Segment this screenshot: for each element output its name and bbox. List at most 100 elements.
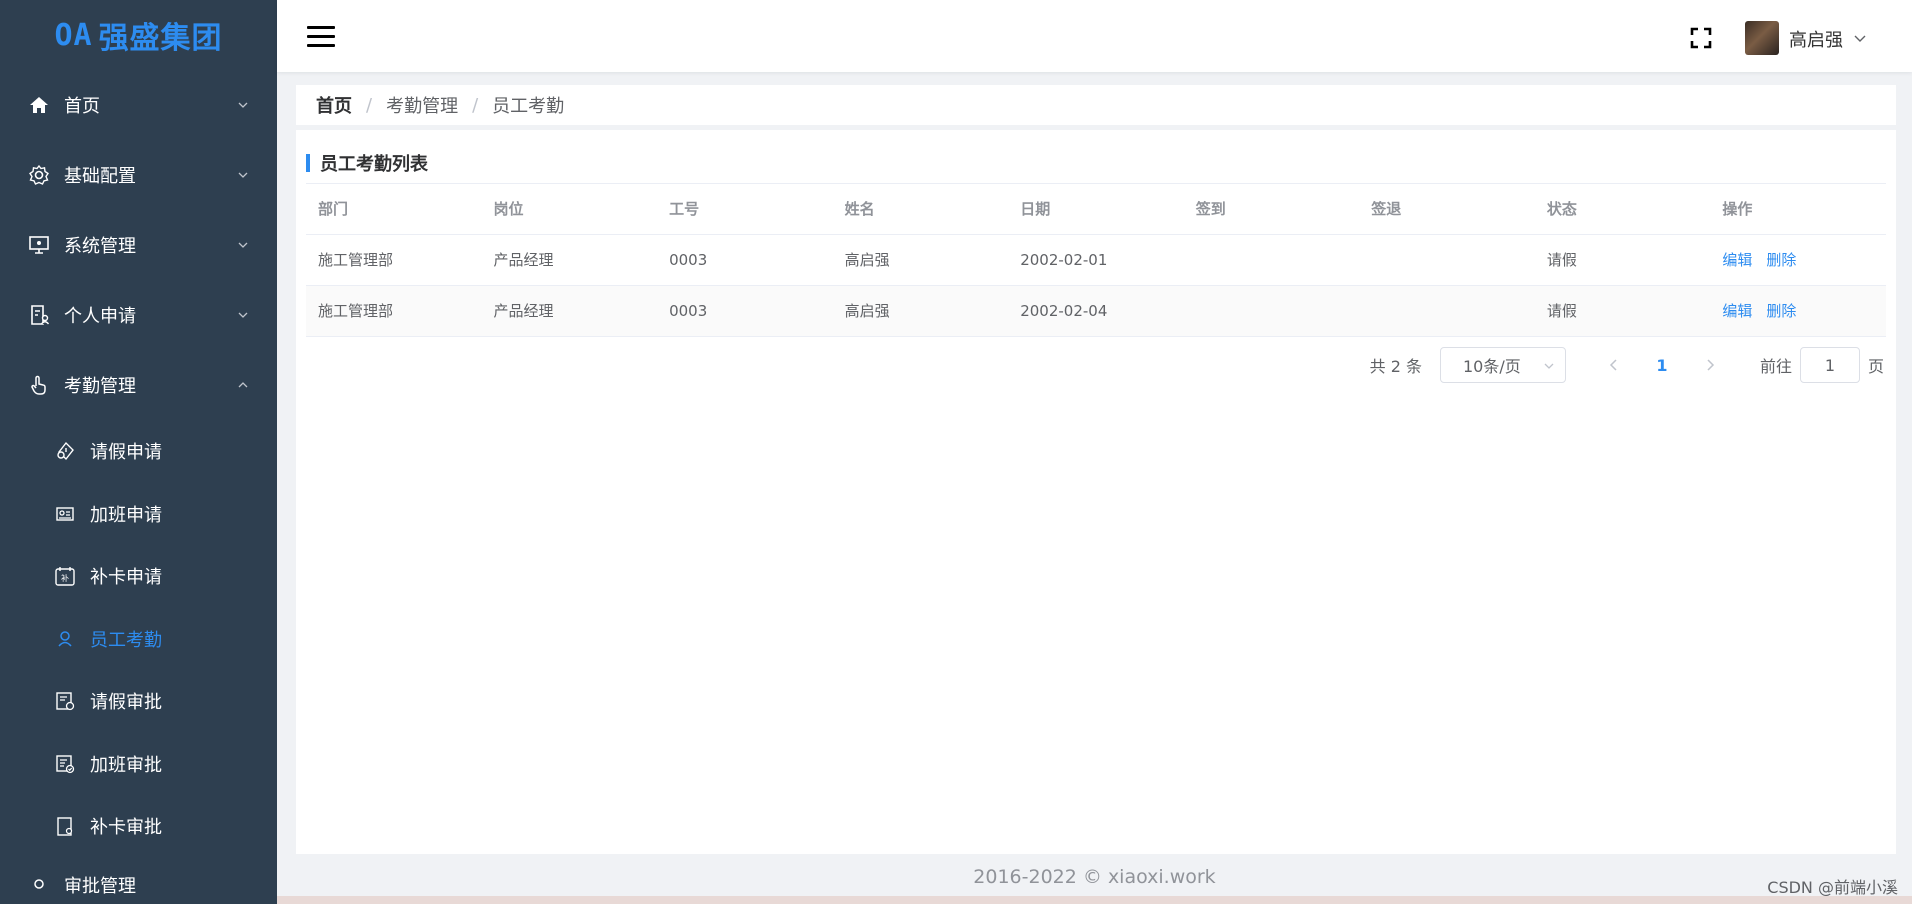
submenu-employee-attendance[interactable]: 员工考勤: [0, 608, 277, 671]
goto-page-input[interactable]: [1799, 347, 1860, 383]
next-page-button[interactable]: [1690, 347, 1730, 383]
chevron-down-icon: [1544, 363, 1554, 369]
menu-label: 审批管理: [64, 875, 136, 897]
sidebar: OA 强盛集团 首页 基础配置 系统管理 个人申请 考勤管理 请假申请 加班申请…: [0, 0, 277, 904]
title-accent-bar: [306, 153, 310, 172]
total-count: 共 2 条: [1369, 357, 1422, 376]
menu-attendance[interactable]: 考勤管理: [0, 350, 277, 420]
logo-prefix: OA: [54, 17, 93, 53]
chevron-down-icon: [238, 172, 248, 178]
submenu-label: 请假审批: [90, 692, 162, 714]
top-header: 高启强: [277, 0, 1912, 72]
chevron-down-icon: [238, 102, 248, 108]
edit-button[interactable]: 编辑: [1722, 251, 1752, 269]
username[interactable]: 高启强: [1789, 26, 1843, 52]
submenu-label: 请假申请: [90, 442, 162, 464]
attendance-table: 部门 岗位 工号 姓名 日期 签到 签退 状态 操作 施工管理部 产品经理 00…: [306, 184, 1886, 337]
column-header: 部门: [306, 184, 482, 235]
logo[interactable]: OA 强盛集团: [0, 0, 277, 70]
prev-page-button[interactable]: [1594, 347, 1634, 383]
logo-text: 强盛集团: [98, 21, 223, 56]
table-header-row: 部门 岗位 工号 姓名 日期 签到 签退 状态 操作: [306, 184, 1886, 235]
menu-home[interactable]: 首页: [0, 70, 277, 140]
page-size-value: 10条/页: [1462, 357, 1521, 376]
submenu-leave-apply[interactable]: 请假申请: [0, 420, 277, 483]
goto-label: 前往: [1759, 357, 1792, 376]
delete-button[interactable]: 删除: [1766, 302, 1796, 320]
submenu-leave-approve[interactable]: 请假审批: [0, 670, 277, 733]
chevron-down-icon: [238, 312, 248, 318]
svg-text:补: 补: [61, 573, 69, 583]
breadcrumb-separator: /: [472, 94, 479, 116]
submenu-patch-approve[interactable]: 补卡审批: [0, 795, 277, 858]
column-header: 签到: [1183, 184, 1360, 235]
cell-emp-no: 0003: [657, 234, 833, 286]
delete-button[interactable]: 删除: [1766, 251, 1796, 269]
cell-status: 请假: [1534, 285, 1711, 337]
cell-actions: 编辑 删除: [1710, 285, 1886, 337]
watermark: CSDN @前端小溪: [1767, 878, 1898, 897]
breadcrumb-home[interactable]: 首页: [316, 92, 352, 118]
chevron-up-icon: [238, 382, 248, 388]
menu-label: 基础配置: [64, 166, 136, 187]
page-title: 员工考勤列表: [320, 153, 428, 175]
menu-basic-config[interactable]: 基础配置: [0, 140, 277, 210]
cell-name: 高启强: [832, 285, 1009, 337]
cell-dept: 施工管理部: [306, 234, 482, 286]
cell-emp-no: 0003: [657, 285, 833, 337]
submenu-label: 员工考勤: [90, 629, 162, 651]
menu-label: 首页: [64, 96, 100, 117]
leave-icon: [54, 440, 76, 462]
attendance-card: 员工考勤列表 部门 岗位 工号 姓名 日期 签到 签退 状态 操作 施工管理部 …: [296, 130, 1896, 854]
cell-checkout: [1359, 234, 1535, 286]
cell-checkin: [1183, 234, 1360, 286]
submenu-label: 加班审批: [90, 754, 162, 776]
cell-name: 高启强: [832, 234, 1009, 286]
cell-dept: 施工管理部: [306, 285, 482, 337]
page-size-select[interactable]: 10条/页: [1439, 347, 1566, 383]
cell-actions: 编辑 删除: [1710, 234, 1886, 286]
card-header: 员工考勤列表: [306, 150, 1886, 184]
submenu-label: 补卡申请: [90, 567, 162, 589]
menu-personal-apply[interactable]: 个人申请: [0, 280, 277, 350]
footer-copyright: 2016-2022 © xiaoxi.work: [973, 866, 1216, 888]
document-user-icon: [28, 304, 50, 326]
monitor-icon: [28, 234, 50, 256]
column-header: 签退: [1359, 184, 1535, 235]
column-header: 工号: [657, 184, 833, 235]
submenu-label: 补卡审批: [90, 817, 162, 839]
column-header: 日期: [1008, 184, 1184, 235]
pagination: 共 2 条 10条/页 1 前往 页: [1370, 346, 1884, 384]
cell-status: 请假: [1534, 234, 1711, 286]
menu-label: 系统管理: [64, 236, 136, 257]
submenu-overtime-approve[interactable]: 加班审批: [0, 733, 277, 796]
overtime-icon: [54, 503, 76, 525]
cell-checkin: [1183, 285, 1360, 337]
menu-label: 个人申请: [64, 306, 136, 327]
cell-position: 产品经理: [481, 285, 658, 337]
breadcrumb-section: 考勤管理: [386, 96, 459, 117]
calendar-patch-icon: 补: [54, 565, 76, 587]
menu-approval[interactable]: 审批管理: [0, 858, 277, 898]
submenu-patch-apply[interactable]: 补 补卡申请: [0, 545, 277, 608]
edit-button[interactable]: 编辑: [1722, 302, 1752, 320]
menu-system[interactable]: 系统管理: [0, 210, 277, 280]
cell-date: 2002-02-04: [1008, 285, 1184, 337]
chevron-right-icon: [1707, 359, 1715, 371]
column-header: 状态: [1534, 184, 1711, 235]
home-icon: [28, 94, 50, 116]
breadcrumb-separator: /: [366, 94, 373, 116]
table-row: 施工管理部 产品经理 0003 高启强 2002-02-04 请假 编辑 删除: [306, 285, 1886, 337]
column-header: 操作: [1710, 184, 1886, 235]
page-number[interactable]: 1: [1640, 347, 1684, 383]
chevron-left-icon: [1609, 359, 1617, 371]
chevron-down-icon[interactable]: [1853, 31, 1867, 45]
fullscreen-icon[interactable]: [1690, 27, 1712, 49]
hamburger-menu-icon[interactable]: [307, 26, 335, 48]
table-row: 施工管理部 产品经理 0003 高启强 2002-02-01 请假 编辑 删除: [306, 234, 1886, 286]
approve-overtime-icon: [54, 753, 76, 775]
submenu-label: 加班申请: [90, 504, 162, 526]
chevron-down-icon: [238, 242, 248, 248]
avatar[interactable]: [1745, 21, 1779, 55]
submenu-overtime-apply[interactable]: 加班申请: [0, 483, 277, 546]
